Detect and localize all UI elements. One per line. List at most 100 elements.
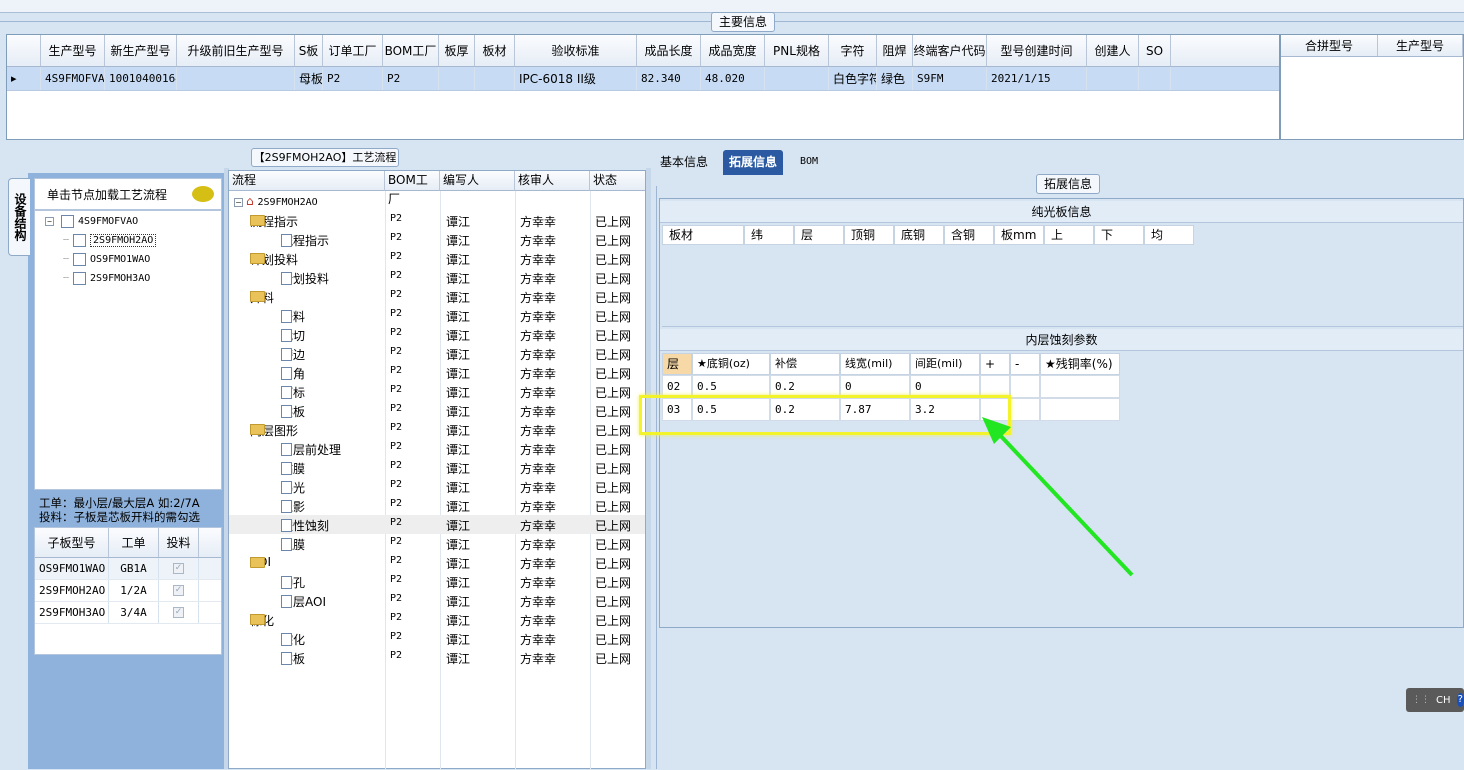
sub-board-row[interactable]: OS9FMO1WAO GB1A ✓ [35, 558, 221, 580]
tab-basic-info[interactable]: 基本信息 [654, 150, 714, 175]
flow-row[interactable]: 显影 P2 谭江 方幸幸 已上网 [229, 496, 645, 515]
sub-board-row[interactable]: 2S9FMOH3AO 3/4A ✓ [35, 602, 221, 624]
main-col-header[interactable]: 成品长度 [637, 35, 701, 66]
pure-col-header[interactable]: 顶铜 [844, 225, 894, 245]
flow-row[interactable]: 计划投料 P2 谭江 方幸幸 已上网 [229, 268, 645, 287]
flow-row[interactable]: 烘板 P2 谭江 方幸幸 已上网 [229, 648, 645, 667]
flow-row[interactable]: −流程指示 P2 谭江 方幸幸 已上网 [229, 211, 645, 230]
inner-col-header[interactable]: 间距(mil) [910, 353, 980, 375]
flow-row[interactable]: −计划投料 P2 谭江 方幸幸 已上网 [229, 249, 645, 268]
ime-toolbar[interactable]: ⋮⋮ CH ? [1406, 688, 1464, 712]
main-cell[interactable] [475, 67, 515, 90]
main-cell[interactable]: 10010400164963 [105, 67, 177, 90]
main-cell[interactable] [765, 67, 829, 90]
inner-col-header[interactable]: 线宽(mil) [840, 353, 910, 375]
sub-board-order[interactable]: GB1A [109, 558, 159, 579]
main-cell[interactable]: 48.020 [701, 67, 765, 90]
flow-row[interactable]: 流程指示 P2 谭江 方幸幸 已上网 [229, 230, 645, 249]
flow-row[interactable]: 退膜 P2 谭江 方幸幸 已上网 [229, 534, 645, 553]
flow-row[interactable]: 磨边 P2 谭江 方幸幸 已上网 [229, 344, 645, 363]
inner-col-header[interactable]: 层 [662, 353, 692, 375]
main-col-header[interactable]: 订单工厂 [323, 35, 383, 66]
flow-row[interactable]: 烘板 P2 谭江 方幸幸 已上网 [229, 401, 645, 420]
main-col-header[interactable]: S板 [295, 35, 323, 66]
tree-node[interactable]: ┄ 2S9FMOH2AO [63, 234, 157, 247]
pure-col-header[interactable]: 均 [1144, 225, 1194, 245]
feed-checkbox[interactable]: ✓ [173, 607, 184, 618]
flow-col-header[interactable]: BOM工厂 [385, 171, 440, 206]
sub-board-order[interactable]: 3/4A [109, 602, 159, 623]
tree-node[interactable]: ┄ OS9FMO1WAO [63, 253, 150, 266]
pure-col-header[interactable]: 板mm [994, 225, 1044, 245]
main-cell[interactable]: 母板 [295, 67, 323, 90]
main-col-header[interactable]: 板材 [475, 35, 515, 66]
flow-col-header[interactable]: 状态 [590, 171, 645, 191]
sub-col-header[interactable]: 投料 [159, 528, 199, 557]
main-col-header[interactable]: 板厚 [439, 35, 475, 66]
main-cell[interactable]: 2021/1/15 [987, 67, 1087, 90]
tree-node[interactable]: ┄ 2S9FMOH3AO [63, 272, 150, 285]
main-cell[interactable]: S9FM [913, 67, 987, 90]
sub-board-row[interactable]: 2S9FMOH2AO 1/2A ✓ [35, 580, 221, 602]
main-col-header[interactable]: 阻焊 [877, 35, 913, 66]
pure-col-header[interactable]: 含铜 [944, 225, 994, 245]
pure-col-header[interactable]: 纬 [744, 225, 794, 245]
pure-col-header[interactable]: 层 [794, 225, 844, 245]
flow-root-row[interactable]: − ⌂ 2S9FMOH2AO [229, 192, 645, 211]
main-cell[interactable]: 白色字符 [829, 67, 877, 90]
main-cell[interactable]: P2 [383, 67, 439, 90]
main-cell[interactable]: 4S9FMOFVAO [41, 67, 105, 90]
flow-row[interactable]: 贴膜 P2 谭江 方幸幸 已上网 [229, 458, 645, 477]
main-col-header[interactable]: 生产型号 [41, 35, 105, 66]
flow-row[interactable]: 冲孔 P2 谭江 方幸幸 已上网 [229, 572, 645, 591]
main-col-header[interactable]: 成品宽度 [701, 35, 765, 66]
main-col-header[interactable]: 型号创建时间 [987, 35, 1087, 66]
feed-checkbox[interactable]: ✓ [173, 585, 184, 596]
flow-row[interactable]: 曝光 P2 谭江 方幸幸 已上网 [229, 477, 645, 496]
main-cell[interactable] [1087, 67, 1139, 90]
flow-row[interactable]: 打标 P2 谭江 方幸幸 已上网 [229, 382, 645, 401]
main-col-header[interactable]: 新生产型号 [105, 35, 177, 66]
main-col-header[interactable]: PNL规格 [765, 35, 829, 66]
collapse-icon[interactable]: − [45, 217, 54, 226]
tree-node[interactable]: − 4S9FMOFVAO [45, 215, 138, 228]
flow-row[interactable]: −AOI P2 谭江 方幸幸 已上网 [229, 553, 645, 572]
merge-col-header[interactable]: 合拼型号 [1281, 35, 1378, 56]
main-col-header[interactable]: SO [1139, 35, 1171, 66]
inner-col-header[interactable]: 补偿 [770, 353, 840, 375]
flow-row[interactable]: 棕化 P2 谭江 方幸幸 已上网 [229, 629, 645, 648]
merge-col-header[interactable]: 生产型号 [1378, 35, 1463, 56]
main-col-header[interactable]: 字符 [829, 35, 877, 66]
tab-extended-info[interactable]: 拓展信息 [723, 150, 784, 175]
flow-row[interactable]: 内层AOI P2 谭江 方幸幸 已上网 [229, 591, 645, 610]
sub-col-header[interactable]: 子板型号 [35, 528, 109, 557]
tab-bom[interactable]: BOM [794, 150, 824, 175]
tab-device-structure[interactable]: 设备结构 [8, 178, 30, 256]
main-col-header[interactable]: 创建人 [1087, 35, 1139, 66]
main-cell[interactable] [439, 67, 475, 90]
main-col-header[interactable]: 验收标准 [515, 35, 637, 66]
flow-col-header[interactable]: 核审人 [515, 171, 590, 191]
pure-col-header[interactable]: 上 [1044, 225, 1094, 245]
main-cell[interactable]: 82.340 [637, 67, 701, 90]
inner-col-header[interactable]: - [1010, 353, 1040, 375]
main-cell[interactable]: IPC-6018 II级 [515, 67, 637, 90]
main-cell[interactable] [1139, 67, 1171, 90]
sub-board-model[interactable]: 2S9FMOH3AO [35, 602, 109, 623]
flow-row[interactable]: 开料 P2 谭江 方幸幸 已上网 [229, 306, 645, 325]
inner-col-header[interactable]: ★残铜率(%) [1040, 353, 1120, 375]
flow-row[interactable]: 内层前处理 P2 谭江 方幸幸 已上网 [229, 439, 645, 458]
main-cell[interactable]: P2 [323, 67, 383, 90]
flow-row[interactable]: −内层图形 P2 谭江 方幸幸 已上网 [229, 420, 645, 439]
flow-col-header[interactable]: 流程 [229, 171, 385, 191]
ime-language[interactable]: CH [1436, 695, 1451, 706]
pure-col-header[interactable]: 板材 [662, 225, 744, 245]
feed-checkbox[interactable]: ✓ [173, 563, 184, 574]
inner-cell[interactable] [1010, 375, 1040, 398]
sub-board-order[interactable]: 1/2A [109, 580, 159, 601]
main-col-header[interactable]: 终端客户代码 [913, 35, 987, 66]
collapse-icon[interactable]: − [234, 198, 243, 207]
help-icon[interactable]: ? [1456, 693, 1464, 707]
main-col-header[interactable]: BOM工厂 [383, 35, 439, 66]
flow-row[interactable]: 酸性蚀刻 P2 谭江 方幸幸 已上网 [229, 515, 645, 534]
